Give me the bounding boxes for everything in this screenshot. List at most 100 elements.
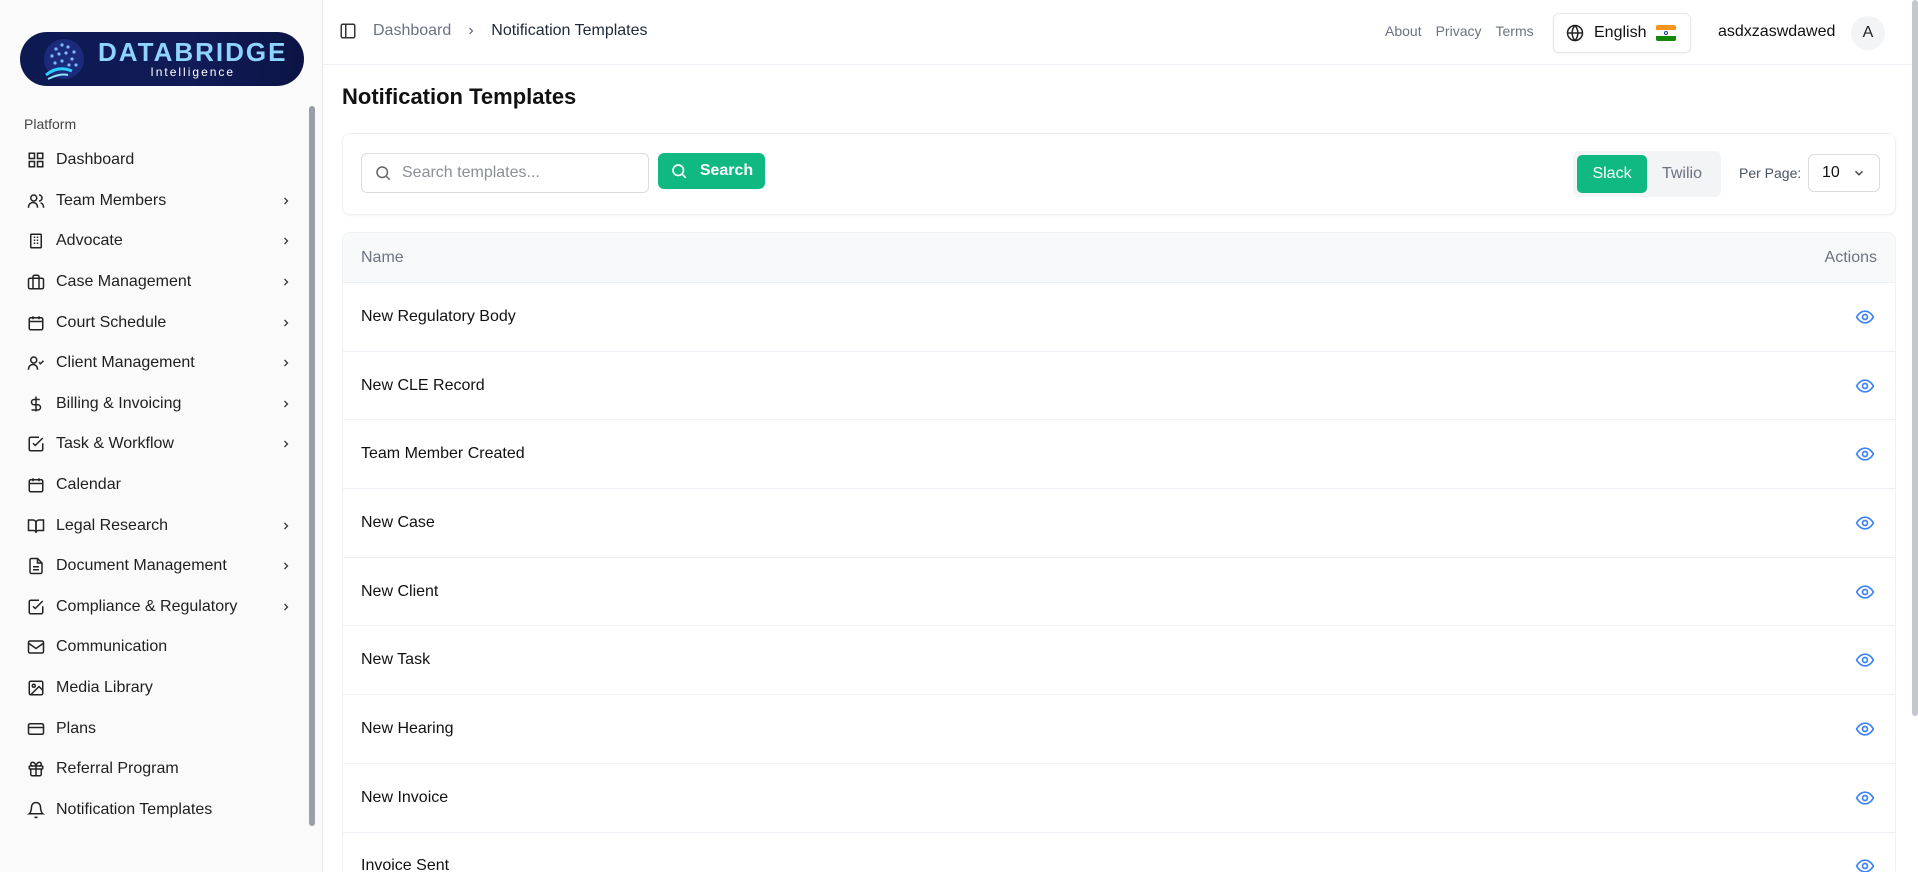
- sidebar-item-notification-templates[interactable]: Notification Templates: [18, 790, 300, 831]
- sidebar-item-referral-program[interactable]: Referral Program: [18, 749, 300, 790]
- chevron-right-icon: [278, 396, 294, 412]
- sidebar-item-document-management[interactable]: Document Management: [18, 546, 300, 587]
- sidebar-item-label: Team Members: [56, 191, 167, 209]
- header-links: About Privacy Terms: [1385, 23, 1534, 39]
- sidebar-item-case-management[interactable]: Case Management: [18, 262, 300, 303]
- column-header-actions: Actions: [1824, 248, 1877, 266]
- chevron-right-icon: [278, 315, 294, 331]
- per-page-label: Per Page:: [1739, 165, 1802, 181]
- sidebar-item-label: Client Management: [56, 354, 195, 372]
- language-selector[interactable]: English: [1553, 13, 1691, 53]
- brand-title: DATABRIDGE: [98, 37, 288, 67]
- sidebar-item-communication[interactable]: Communication: [18, 627, 300, 668]
- sidebar-item-task-workflow[interactable]: Task & Workflow: [18, 424, 300, 465]
- table-row: Invoice Sent: [343, 833, 1895, 872]
- table-row: New Client: [343, 558, 1895, 627]
- sidebar-item-label: Advocate: [56, 232, 123, 250]
- sidebar-toggle-icon[interactable]: [339, 22, 359, 42]
- template-name: New Hearing: [361, 719, 454, 737]
- sidebar-item-legal-research[interactable]: Legal Research: [18, 505, 300, 546]
- template-name: New Regulatory Body: [361, 307, 516, 325]
- user-check-icon: [26, 353, 46, 373]
- view-eye-icon[interactable]: [1855, 582, 1875, 602]
- template-name: Team Member Created: [361, 445, 525, 463]
- view-eye-icon[interactable]: [1855, 650, 1875, 670]
- sidebar-item-label: Compliance & Regulatory: [56, 597, 238, 615]
- privacy-link[interactable]: Privacy: [1436, 23, 1482, 39]
- view-eye-icon[interactable]: [1855, 513, 1875, 533]
- column-header-name: Name: [361, 248, 404, 266]
- terms-link[interactable]: Terms: [1496, 23, 1534, 39]
- sidebar-item-team-members[interactable]: Team Members: [18, 181, 300, 222]
- per-page-select[interactable]: 10: [1808, 154, 1880, 192]
- sidebar: DATABRIDGE Intelligence Platform Dashboa…: [0, 0, 323, 872]
- channel-twilio-button[interactable]: Twilio: [1647, 155, 1717, 193]
- sidebar-section-label: Platform: [24, 116, 77, 132]
- view-eye-icon[interactable]: [1855, 376, 1875, 396]
- sidebar-item-label: Notification Templates: [56, 800, 213, 818]
- brain-logo-icon: [38, 35, 90, 83]
- sidebar-item-label: Dashboard: [56, 151, 135, 169]
- sidebar-item-label: Case Management: [56, 273, 192, 291]
- sidebar-item-client-management[interactable]: Client Management: [18, 343, 300, 384]
- breadcrumb-current: Notification Templates: [491, 22, 648, 39]
- template-name: Invoice Sent: [361, 857, 450, 872]
- sidebar-item-label: Calendar: [56, 476, 121, 494]
- grid-icon: [26, 150, 46, 170]
- checkbox-icon: [26, 597, 46, 617]
- sidebar-item-billing-invoicing[interactable]: Billing & Invoicing: [18, 384, 300, 425]
- checkbox-icon: [26, 434, 46, 454]
- view-eye-icon[interactable]: [1855, 719, 1875, 739]
- search-icon: [670, 162, 688, 180]
- sidebar-item-advocate[interactable]: Advocate: [18, 221, 300, 262]
- brand-logo[interactable]: DATABRIDGE Intelligence: [20, 32, 304, 86]
- table-row: New CLE Record: [343, 352, 1895, 421]
- sidebar-item-plans[interactable]: Plans: [18, 708, 300, 749]
- chevron-right-icon: [278, 436, 294, 452]
- sidebar-item-label: Media Library: [56, 679, 153, 697]
- search-button[interactable]: Search: [658, 153, 765, 189]
- breadcrumb-dashboard-link[interactable]: Dashboard: [373, 22, 451, 40]
- template-name: New Task: [361, 651, 431, 669]
- channel-toggle: Slack Twilio: [1573, 151, 1721, 197]
- briefcase-icon: [26, 272, 46, 292]
- view-eye-icon[interactable]: [1855, 856, 1875, 872]
- template-name: New Invoice: [361, 788, 449, 806]
- sidebar-item-dashboard[interactable]: Dashboard: [18, 140, 300, 181]
- calendar-days-icon: [26, 475, 46, 495]
- breadcrumb: Dashboard Notification Templates: [373, 22, 648, 40]
- view-eye-icon[interactable]: [1855, 307, 1875, 327]
- brand-subtitle: Intelligence: [150, 65, 236, 79]
- chevron-right-icon: [278, 193, 294, 209]
- sidebar-item-calendar[interactable]: Calendar: [18, 465, 300, 506]
- chevron-right-icon: [278, 233, 294, 249]
- about-link[interactable]: About: [1385, 23, 1422, 39]
- avatar[interactable]: A: [1851, 16, 1885, 50]
- calendar-icon: [26, 313, 46, 333]
- file-text-icon: [26, 556, 46, 576]
- template-name: New Client: [361, 582, 439, 600]
- table-row: New Regulatory Body: [343, 283, 1895, 352]
- table-row: Team Member Created: [343, 420, 1895, 490]
- view-eye-icon[interactable]: [1855, 444, 1875, 464]
- sidebar-item-media-library[interactable]: Media Library: [18, 668, 300, 709]
- view-eye-icon[interactable]: [1855, 788, 1875, 808]
- user-name[interactable]: asdxzaswdawed: [1718, 23, 1835, 41]
- search-field[interactable]: [361, 153, 649, 193]
- sidebar-item-label: Communication: [56, 638, 168, 656]
- channel-slack-button[interactable]: Slack: [1577, 155, 1647, 193]
- chevron-right-icon: [278, 518, 294, 534]
- search-input[interactable]: [402, 164, 642, 182]
- dollar-icon: [26, 394, 46, 414]
- table-row: New Hearing: [343, 695, 1895, 764]
- page-scrollbar[interactable]: [1912, 0, 1918, 716]
- sidebar-item-court-schedule[interactable]: Court Schedule: [18, 302, 300, 343]
- per-page-value: 10: [1822, 164, 1840, 181]
- bell-icon: [26, 800, 46, 820]
- image-icon: [26, 678, 46, 698]
- sidebar-item-label: Billing & Invoicing: [56, 394, 182, 412]
- sidebar-scrollbar[interactable]: [309, 106, 315, 826]
- table-row: New Task: [343, 626, 1895, 696]
- sidebar-item-compliance-regulatory[interactable]: Compliance & Regulatory: [18, 587, 300, 628]
- chevron-right-icon: [465, 25, 477, 37]
